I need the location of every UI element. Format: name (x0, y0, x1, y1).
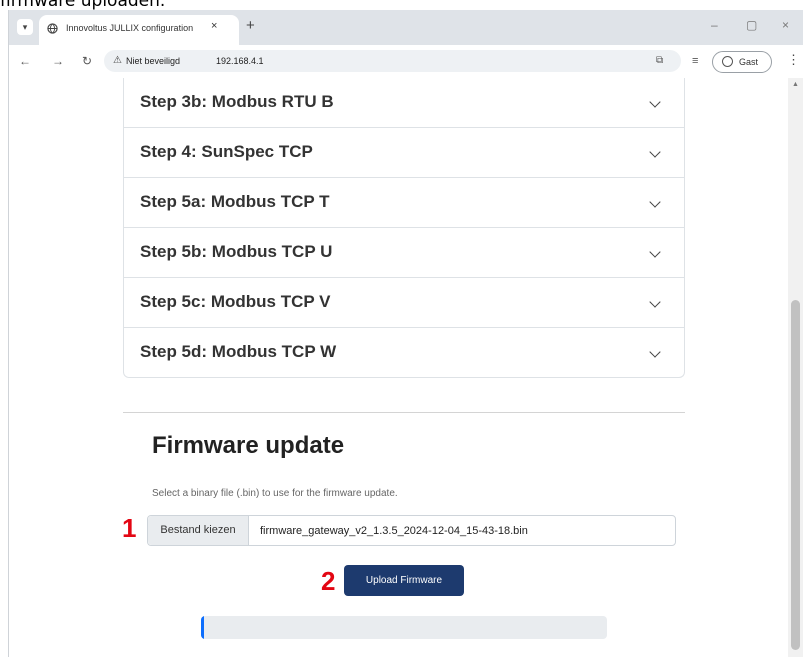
tab-search-button[interactable]: ▾ (17, 19, 33, 35)
profile-button[interactable]: Gast (712, 51, 772, 73)
security-label[interactable]: Niet beveiligd (126, 56, 180, 66)
annotation-marker-1: 1 (122, 513, 137, 543)
back-arrow-icon[interactable]: ← (19, 54, 31, 68)
upload-progress-bar (201, 616, 607, 639)
steps-accordion: Step 3b: Modbus RTU B Step 4: SunSpec TCP… (123, 78, 685, 378)
accordion-item-label: Step 5d: Modbus TCP W (140, 342, 337, 361)
tab-close-icon[interactable]: × (211, 20, 217, 32)
omnibox[interactable]: ⚠ Niet beveiligd 192.168.4.1 ⧉ (104, 50, 681, 72)
reload-icon[interactable]: ↻ (82, 54, 92, 68)
accordion-item-label: Step 3b: Modbus RTU B (140, 92, 334, 111)
chevron-down-icon[interactable] (649, 196, 661, 208)
accordion-item[interactable]: Step 5c: Modbus TCP V (124, 277, 684, 327)
chevron-down-icon[interactable] (649, 246, 661, 258)
title-bar: ▾ Innovoltus JULLIX configuration × + – … (9, 10, 803, 45)
accordion-item[interactable]: Step 3b: Modbus RTU B (124, 78, 684, 127)
firmware-title: Firmware update (152, 432, 345, 459)
chevron-down-icon[interactable] (649, 346, 661, 358)
chevron-down-icon[interactable] (649, 296, 661, 308)
chevron-down-icon[interactable] (649, 146, 661, 158)
scrollbar-thumb[interactable] (791, 300, 800, 650)
annotation-marker-2: 2 (321, 566, 336, 596)
accordion-item-label: Step 5c: Modbus TCP V (140, 292, 331, 311)
file-input[interactable]: Bestand kiezen firmware_gateway_v2_1.3.5… (147, 515, 676, 546)
translate-icon[interactable]: ⧉ (656, 55, 663, 66)
warning-icon[interactable]: ⚠ (113, 55, 122, 66)
upload-firmware-button[interactable]: Upload Firmware (344, 565, 464, 596)
forward-arrow-icon[interactable]: → (52, 54, 64, 68)
url-text[interactable]: 192.168.4.1 (216, 56, 264, 66)
firmware-help-text: Select a binary file (.bin) to use for t… (152, 488, 398, 499)
accordion-item[interactable]: Step 5d: Modbus TCP W (124, 327, 684, 377)
page-content: Step 3b: Modbus RTU B Step 4: SunSpec TCP… (9, 78, 788, 657)
globe-icon (47, 23, 58, 34)
profile-label: Gast (739, 57, 759, 67)
reading-list-icon[interactable]: ≡ (692, 55, 698, 67)
close-window-button[interactable]: × (782, 18, 789, 32)
scroll-up-arrow-icon[interactable]: ▲ (792, 81, 799, 88)
chevron-down-icon[interactable] (649, 96, 661, 108)
progress-fill (201, 616, 204, 639)
menu-kebab-icon[interactable]: ⋮ (787, 52, 800, 68)
maximize-button[interactable]: ▢ (746, 18, 757, 32)
accordion-item-label: Step 5b: Modbus TCP U (140, 242, 333, 261)
vertical-scrollbar[interactable]: ▲ (788, 78, 803, 657)
browser-tab[interactable]: Innovoltus JULLIX configuration × (39, 15, 239, 45)
browser-window: ▾ Innovoltus JULLIX configuration × + – … (8, 10, 803, 657)
accordion-item[interactable]: Step 4: SunSpec TCP (124, 127, 684, 177)
selected-file-name: firmware_gateway_v2_1.3.5_2024-12-04_15-… (260, 525, 528, 537)
new-tab-button[interactable]: + (246, 17, 255, 34)
accordion-item-label: Step 4: SunSpec TCP (140, 142, 313, 161)
address-toolbar: ← → ↻ ⚠ Niet beveiligd 192.168.4.1 ⧉ ≡ G… (9, 45, 803, 79)
accordion-item[interactable]: Step 5a: Modbus TCP T (124, 177, 684, 227)
profile-icon (722, 56, 733, 67)
minimize-button[interactable]: – (711, 18, 718, 32)
accordion-item[interactable]: Step 5b: Modbus TCP U (124, 227, 684, 277)
choose-file-button[interactable]: Bestand kiezen (148, 516, 249, 545)
section-divider (123, 412, 685, 413)
accordion-item-label: Step 5a: Modbus TCP T (140, 192, 330, 211)
tab-title: Innovoltus JULLIX configuration (66, 23, 194, 33)
